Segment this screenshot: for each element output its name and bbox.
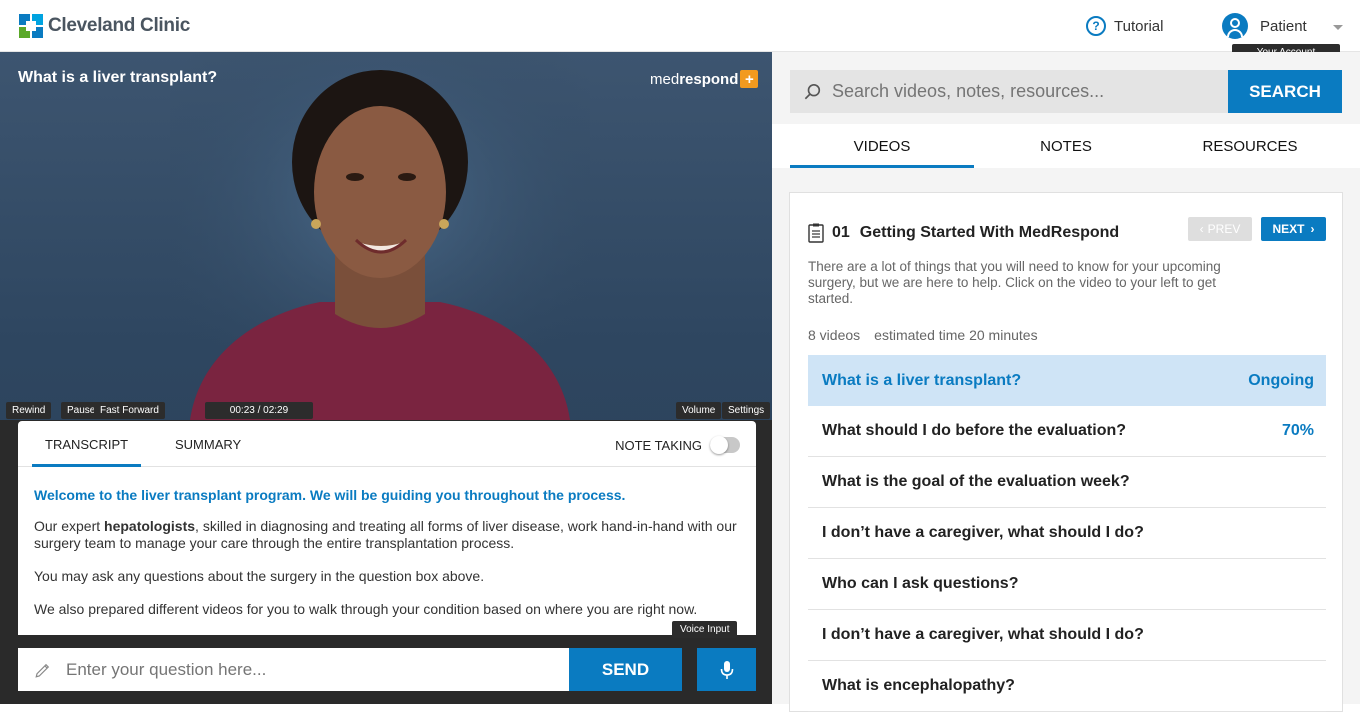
search-button[interactable]: SEARCH <box>1228 70 1342 113</box>
presenter-image <box>170 52 590 420</box>
voice-input-tooltip: Voice Input <box>672 621 738 638</box>
tab-resources[interactable]: RESOURCES <box>1158 138 1342 168</box>
transcript-paragraph-3: We also prepared different videos for yo… <box>34 601 698 617</box>
question-bar <box>18 648 569 691</box>
video-item-status: Ongoing <box>1248 371 1314 389</box>
content-tabs: VIDEOS NOTES RESOURCES <box>772 124 1360 168</box>
rewind-tooltip: Rewind <box>6 402 52 419</box>
medrespond-logo: med respond + <box>650 70 759 88</box>
section-number: 01 <box>832 224 850 241</box>
note-taking-toggle: NOTE TAKING <box>615 436 740 454</box>
video-item-title: I don’t have a caregiver, what should I … <box>822 524 1144 541</box>
transcript-body: Welcome to the liver transplant program.… <box>18 467 756 618</box>
note-taking-switch[interactable] <box>710 436 740 454</box>
tab-transcript[interactable]: TRANSCRIPT <box>32 437 142 467</box>
video-title: What is a liver transplant? <box>18 69 218 86</box>
brand-bold: respond <box>679 70 739 88</box>
next-button[interactable]: NEXT › <box>1261 217 1326 241</box>
account-label: Patient <box>1260 17 1307 35</box>
video-item-title: What is a liver transplant? <box>822 371 1022 389</box>
video-list-item[interactable]: What is encephalopathy? <box>808 661 1326 712</box>
estimated-time: estimated time 20 minutes <box>874 327 1038 343</box>
section-description: There are a lot of things that you will … <box>808 259 1221 306</box>
clipboard-icon <box>808 223 824 243</box>
transcript-panel: TRANSCRIPT SUMMARY NOTE TAKING Welcome t… <box>18 421 756 635</box>
next-label: NEXT <box>1272 222 1305 236</box>
video-count: 8 videos <box>808 327 861 343</box>
video-list-item[interactable]: What should I do before the evaluation? 7… <box>808 406 1326 457</box>
video-list-item[interactable]: I don’t have a caregiver, what should I … <box>808 508 1326 559</box>
volume-tooltip: Volume <box>676 402 722 419</box>
chevron-down-icon[interactable] <box>1333 25 1343 30</box>
transcript-tabs: TRANSCRIPT SUMMARY NOTE TAKING <box>18 421 756 467</box>
section-header: 01 Getting Started With MedRespond <box>808 223 1119 243</box>
video-item-title: What should I do before the evaluation? <box>822 422 1127 439</box>
search-icon <box>804 83 821 99</box>
tutorial-label: Tutorial <box>1114 17 1164 35</box>
video-item-title: Who can I ask questions? <box>822 575 1019 592</box>
prev-button[interactable]: ‹ PREV <box>1188 217 1252 241</box>
fast-forward-tooltip: Fast Forward <box>94 402 165 419</box>
transcript-lead: Welcome to the liver transplant program.… <box>34 487 626 503</box>
microphone-icon <box>720 660 733 679</box>
video-item-title: What is encephalopathy? <box>822 677 1015 694</box>
help-icon: ? <box>1086 16 1106 36</box>
video-list-item[interactable]: I don’t have a caregiver, what should I … <box>808 610 1326 661</box>
p1-bold: hepatologists <box>104 518 196 534</box>
prev-label: PREV <box>1207 222 1241 236</box>
voice-input-button[interactable] <box>697 648 756 691</box>
time-display: 00:23 / 02:29 <box>205 402 313 419</box>
note-taking-label: NOTE TAKING <box>615 437 702 453</box>
video-section-panel: 01 Getting Started With MedRespond ‹ PRE… <box>789 192 1343 712</box>
section-title: Getting Started With MedRespond <box>859 224 1120 241</box>
cleveland-clinic-logo[interactable]: Cleveland Clinic <box>19 14 190 38</box>
send-button[interactable]: SEND <box>569 648 682 691</box>
transcript-paragraph-2: You may ask any questions about the surg… <box>34 568 485 584</box>
settings-tooltip: Settings <box>722 402 771 419</box>
account-menu[interactable]: Patient <box>1222 13 1307 39</box>
right-panel: SEARCH VIDEOS NOTES RESOURCES 01 Getting… <box>772 52 1360 712</box>
logo-text: Cleveland Clinic <box>48 15 190 36</box>
p1-text: Our expert <box>34 518 105 534</box>
section-meta: 8 videos estimated time 20 minutes <box>808 327 1038 343</box>
video-item-title: What is the goal of the evaluation week? <box>822 473 1130 490</box>
tutorial-link[interactable]: ? Tutorial <box>1086 16 1163 36</box>
chevron-right-icon: › <box>1310 222 1315 236</box>
question-input[interactable] <box>66 659 546 680</box>
video-list-item[interactable]: Who can I ask questions? <box>808 559 1326 610</box>
search-input[interactable] <box>832 81 1212 102</box>
top-header: Cleveland Clinic ? Tutorial Patient <box>0 0 1360 52</box>
plus-icon: + <box>740 70 759 88</box>
video-list: What is a liver transplant? Ongoing What s… <box>808 355 1326 712</box>
logo-cross-icon <box>19 14 43 38</box>
tab-summary[interactable]: SUMMARY <box>175 437 241 452</box>
video-item-status: 70% <box>1281 422 1314 439</box>
brand-light: med <box>650 70 680 88</box>
video-item-title: I don’t have a caregiver, what should I … <box>822 626 1144 643</box>
chevron-left-icon: ‹ <box>1199 222 1204 236</box>
video-list-item[interactable]: What is a liver transplant? Ongoing <box>808 355 1326 406</box>
pencil-icon <box>35 663 50 678</box>
tab-videos[interactable]: VIDEOS <box>790 138 974 168</box>
user-avatar-icon <box>1222 13 1248 39</box>
transcript-paragraph-1: Our expert hepatologists, skilled in dia… <box>34 518 740 552</box>
tab-notes[interactable]: NOTES <box>974 138 1158 168</box>
search-box <box>790 70 1228 113</box>
video-list-item[interactable]: What is the goal of the evaluation week? <box>808 457 1326 508</box>
